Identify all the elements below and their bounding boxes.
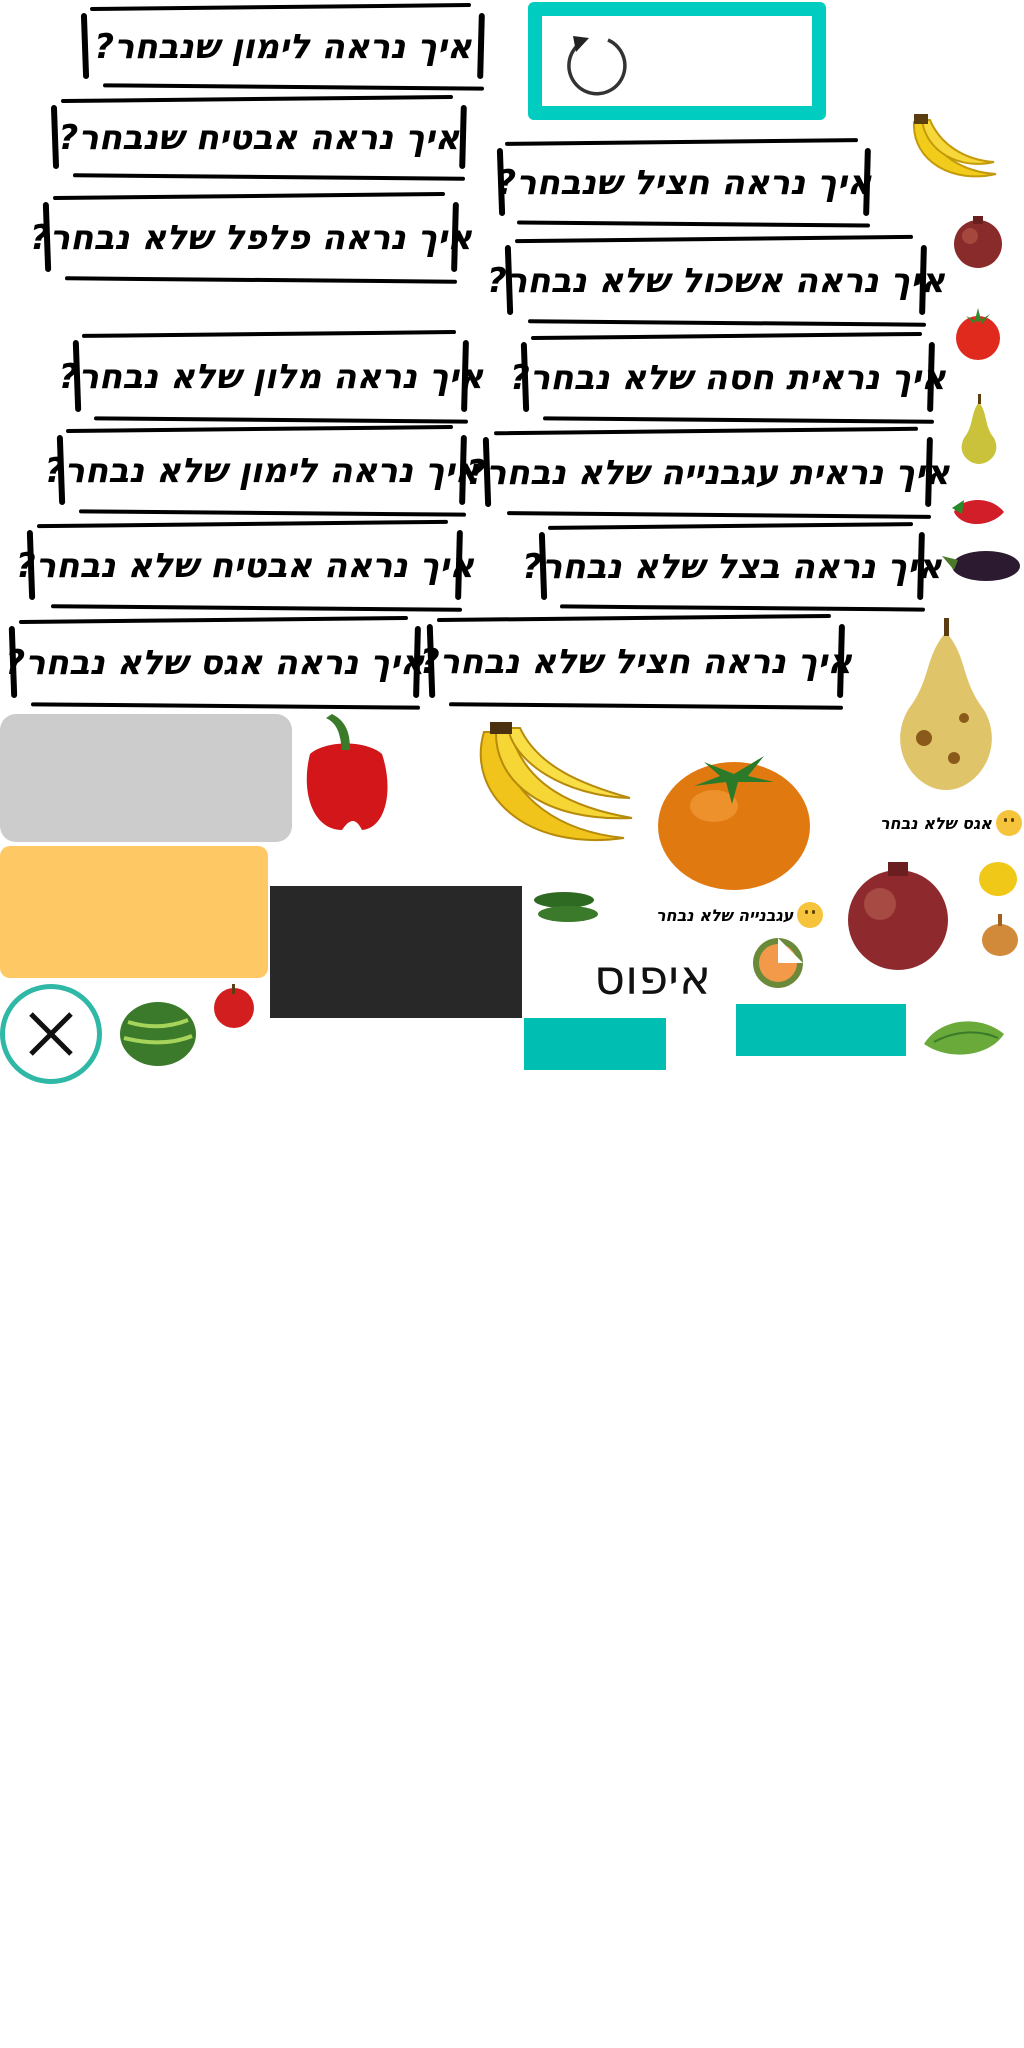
apple-icon (214, 984, 254, 1028)
tomato-large-icon (658, 756, 810, 890)
cucumbers-icon (534, 892, 598, 922)
question-label: איך נראה חציל שנבחר? (496, 163, 872, 203)
pear-not-chosen-label: אגס שלא נבחר (880, 810, 1022, 836)
question-label: איך נראית עגבנייה שלא נבחר? (466, 453, 950, 493)
watermelon-icon (120, 1002, 196, 1066)
banana-small-icon (912, 114, 997, 178)
question-lettuce-not-chosen[interactable]: איך נראית חסה שלא נבחר? (510, 331, 946, 424)
question-label: איך נראה אבטיח שלא נבחר? (15, 546, 475, 586)
red-pepper-icon (306, 714, 388, 830)
question-label: איך נראה לימון שלא נבחר? (44, 451, 480, 491)
question-watermelon-chosen[interactable]: איך נראה אבטיח שנבחר? (48, 94, 470, 181)
banana-bunch-icon (479, 722, 633, 841)
lemon-small-icon (979, 862, 1017, 896)
melon-slice-icon (753, 938, 803, 988)
reset-title: איפוס (594, 950, 712, 1006)
strawberry-small-icon (952, 499, 1004, 524)
teal-button-right[interactable] (736, 1004, 906, 1056)
caption-text: עגבנייה שלא נבחר (656, 905, 794, 925)
close-button[interactable] (0, 984, 102, 1084)
question-watermelon-not-chosen[interactable]: איך נראה אבטיח שלא נבחר? (15, 519, 475, 612)
caption-text: אגס שלא נבחר (880, 813, 992, 833)
question-pear-not-chosen[interactable]: איך נראה אגס שלא נבחר? (5, 615, 425, 710)
question-label: איך נראית חסה שלא נבחר? (510, 358, 946, 398)
lettuce-icon (924, 1021, 1004, 1055)
teal-button-left[interactable] (524, 1018, 666, 1070)
tomato-small-icon (956, 308, 1000, 360)
pomegranate-small-icon (954, 216, 1002, 268)
question-label: איך נראה אגס שלא נבחר? (5, 643, 425, 683)
question-melon-not-chosen[interactable]: איך נראה מלון שלא נבחר? (58, 330, 484, 424)
question-lemon-not-chosen[interactable]: איך נראה לימון שלא נבחר? (44, 424, 480, 517)
question-label: איך נראה פלפל שלא נבחר? (29, 218, 473, 258)
close-icon[interactable] (27, 1010, 75, 1058)
question-label: איך נראה לימון שנבחר? (94, 27, 472, 67)
pomegranate-large-icon (848, 862, 948, 970)
question-eggplant-chosen[interactable]: איך נראה חציל שנבחר? (494, 138, 874, 228)
question-eggplant-not-chosen[interactable]: איך נראה חציל שלא נבחר? (419, 613, 853, 710)
gray-panel[interactable] (0, 714, 292, 842)
pear-large-icon (900, 618, 992, 790)
onion-small-icon (982, 914, 1018, 956)
pear-small-icon (961, 394, 997, 464)
yellow-panel[interactable] (0, 846, 268, 978)
dark-panel[interactable] (270, 886, 522, 1018)
thinking-face-icon (995, 810, 1022, 836)
tomato-not-chosen-label: עגבנייה שלא נבחר (656, 902, 824, 928)
question-tomato-not-chosen[interactable]: איך נראית עגבנייה שלא נבחר? (466, 426, 950, 519)
question-grapefruit-not-chosen[interactable]: איך נראה אשכול שלא נבחר? (487, 234, 945, 327)
eggplant-small-icon (942, 551, 1020, 581)
question-label: איך נראה חציל שלא נבחר? (419, 642, 853, 682)
question-label: איך נראה מלון שלא נבחר? (58, 357, 484, 397)
question-label: איך נראה בצל שלא נבחר? (522, 547, 942, 587)
reset-icon[interactable] (562, 28, 632, 98)
question-lemon-chosen[interactable]: איך נראה לימון שנבחר? (78, 3, 488, 91)
thinking-face-icon (797, 902, 824, 928)
question-onion-not-chosen[interactable]: איך נראה בצל שלא נבחר? (522, 522, 942, 612)
reset-panel[interactable] (528, 2, 826, 120)
question-label: איך נראה אשכול שלא נבחר? (487, 261, 945, 301)
question-pepper-not-chosen[interactable]: איך נראה פלפל שלא נבחר? (29, 191, 473, 284)
question-label: איך נראה אבטיח שנבחר? (58, 118, 460, 158)
